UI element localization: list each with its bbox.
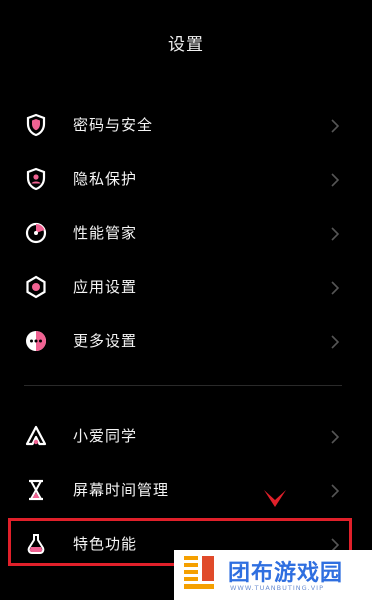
hexagon-gear-icon — [26, 275, 46, 299]
menu-item-more-settings[interactable]: 更多设置 — [0, 316, 372, 366]
more-dots-icon — [26, 331, 46, 351]
menu-item-privacy[interactable]: 隐私保护 — [0, 154, 372, 204]
chevron-right-icon — [331, 430, 340, 444]
menu-item-label: 密码与安全 — [73, 116, 154, 134]
arrow-down-icon — [264, 490, 286, 507]
performance-gauge-icon — [25, 222, 47, 244]
menu-item-label: 性能管家 — [73, 224, 138, 242]
chevron-right-icon — [331, 119, 340, 133]
menu-item-label: 更多设置 — [73, 332, 138, 350]
chevron-right-icon — [331, 281, 340, 295]
menu-item-label: 屏幕时间管理 — [73, 481, 170, 499]
privacy-person-icon — [26, 167, 46, 191]
watermark-name: 团布游戏园 — [228, 561, 344, 586]
watermark: 团布游戏园 WWW.TUANBUTING.VIP — [174, 550, 372, 600]
chevron-right-icon — [331, 335, 340, 349]
menu-item-performance[interactable]: 性能管家 — [0, 208, 372, 258]
menu-item-app-settings[interactable]: 应用设置 — [0, 262, 372, 312]
menu-item-label: 应用设置 — [73, 278, 138, 296]
xiaoai-assistant-icon — [25, 425, 47, 446]
page-title: 设置 — [168, 35, 204, 55]
chevron-right-icon — [331, 173, 340, 187]
watermark-url: WWW.TUANBUTING.VIP — [230, 584, 324, 592]
menu-item-xiaoai[interactable]: 小爱同学 — [0, 411, 372, 461]
hourglass-icon — [29, 479, 43, 501]
chevron-right-icon — [331, 484, 340, 498]
menu-item-label: 隐私保护 — [73, 170, 138, 188]
menu-item-password-security[interactable]: 密码与安全 — [0, 100, 372, 150]
section-divider — [24, 385, 342, 386]
menu-item-screen-time[interactable]: 屏幕时间管理 — [0, 465, 372, 515]
menu-item-label: 小爱同学 — [73, 427, 138, 445]
chevron-right-icon — [331, 227, 340, 241]
shield-lock-icon — [26, 113, 46, 137]
watermark-logo-icon — [184, 556, 214, 589]
